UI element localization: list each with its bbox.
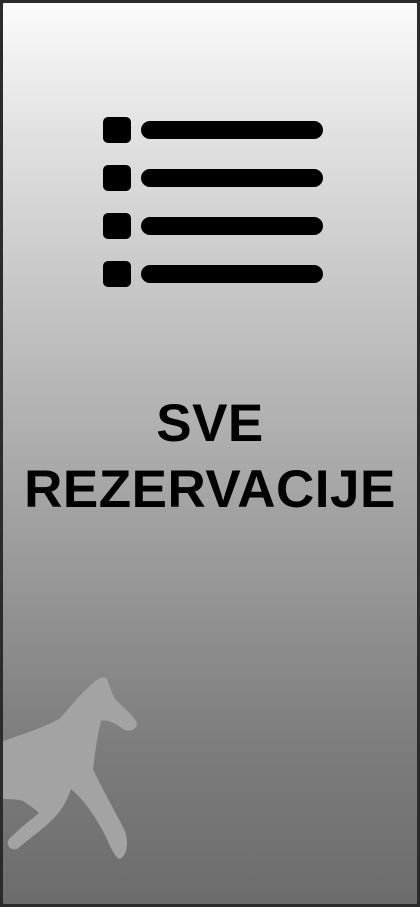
title-line-1: SVE bbox=[156, 394, 264, 453]
title-line-2: REZERVACIJE bbox=[24, 460, 396, 519]
list-icon bbox=[103, 117, 323, 287]
tile-title: SVE REZERVACIJE bbox=[3, 391, 417, 523]
horse-icon bbox=[3, 677, 137, 859]
all-reservations-tile[interactable]: SVE REZERVACIJE bbox=[0, 0, 420, 907]
